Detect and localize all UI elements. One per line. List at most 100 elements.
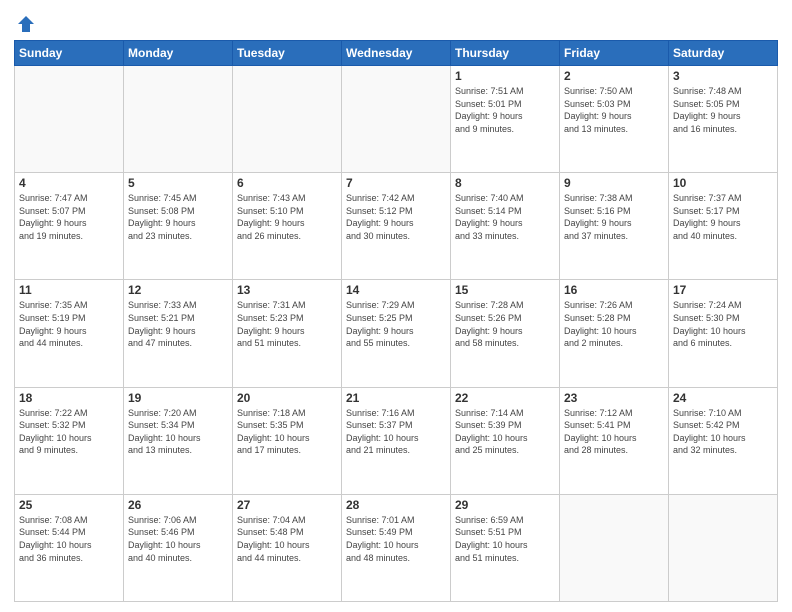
weekday-header-wednesday: Wednesday bbox=[342, 41, 451, 66]
calendar-cell: 23 Sunrise: 7:12 AM Sunset: 5:41 PM Dayli… bbox=[560, 387, 669, 494]
calendar-cell: 29 Sunrise: 6:59 AM Sunset: 5:51 PM Dayli… bbox=[451, 494, 560, 601]
calendar-cell: 8Sunrise: 7:40 AM Sunset: 5:14 PM Daylig… bbox=[451, 173, 560, 280]
header bbox=[14, 10, 778, 34]
day-number: 25 bbox=[19, 498, 119, 512]
day-number: 3 bbox=[673, 69, 773, 83]
calendar-cell: 28Sunrise: 7:01 AM Sunset: 5:49 PM Dayli… bbox=[342, 494, 451, 601]
day-info: Sunrise: 7:37 AM Sunset: 5:17 PM Dayligh… bbox=[673, 192, 773, 242]
day-number: 18 bbox=[19, 391, 119, 405]
day-info: Sunrise: 7:26 AM Sunset: 5:28 PM Dayligh… bbox=[564, 299, 664, 349]
logo bbox=[14, 14, 36, 34]
calendar-week-row: 18Sunrise: 7:22 AM Sunset: 5:32 PM Dayli… bbox=[15, 387, 778, 494]
day-number: 13 bbox=[237, 283, 337, 297]
calendar-cell: 22 Sunrise: 7:14 AM Sunset: 5:39 PM Dayli… bbox=[451, 387, 560, 494]
calendar-cell: 18Sunrise: 7:22 AM Sunset: 5:32 PM Dayli… bbox=[15, 387, 124, 494]
day-info: Sunrise: 7:20 AM Sunset: 5:34 PM Dayligh… bbox=[128, 407, 228, 457]
day-info: Sunrise: 7:31 AM Sunset: 5:23 PM Dayligh… bbox=[237, 299, 337, 349]
calendar: SundayMondayTuesdayWednesdayThursdayFrid… bbox=[14, 40, 778, 602]
calendar-week-row: 1 Sunrise: 7:51 AM Sunset: 5:01 PM Daylig… bbox=[15, 66, 778, 173]
day-number: 1 bbox=[455, 69, 555, 83]
day-info: Sunrise: 7:51 AM Sunset: 5:01 PM Dayligh… bbox=[455, 85, 555, 135]
day-number: 10 bbox=[673, 176, 773, 190]
day-number: 29 bbox=[455, 498, 555, 512]
day-info: Sunrise: 7:33 AM Sunset: 5:21 PM Dayligh… bbox=[128, 299, 228, 349]
calendar-cell: 1 Sunrise: 7:51 AM Sunset: 5:01 PM Daylig… bbox=[451, 66, 560, 173]
day-info: Sunrise: 7:47 AM Sunset: 5:07 PM Dayligh… bbox=[19, 192, 119, 242]
calendar-cell: 27Sunrise: 7:04 AM Sunset: 5:48 PM Dayli… bbox=[233, 494, 342, 601]
calendar-cell: 16Sunrise: 7:26 AM Sunset: 5:28 PM Dayli… bbox=[560, 280, 669, 387]
day-number: 8 bbox=[455, 176, 555, 190]
calendar-cell: 2Sunrise: 7:50 AM Sunset: 5:03 PM Daylig… bbox=[560, 66, 669, 173]
day-number: 7 bbox=[346, 176, 446, 190]
calendar-cell: 13 Sunrise: 7:31 AM Sunset: 5:23 PM Dayli… bbox=[233, 280, 342, 387]
day-info: Sunrise: 7:28 AM Sunset: 5:26 PM Dayligh… bbox=[455, 299, 555, 349]
day-number: 21 bbox=[346, 391, 446, 405]
day-number: 22 bbox=[455, 391, 555, 405]
calendar-cell bbox=[15, 66, 124, 173]
calendar-cell: 3 Sunrise: 7:48 AM Sunset: 5:05 PM Daylig… bbox=[669, 66, 778, 173]
calendar-cell: 9 Sunrise: 7:38 AM Sunset: 5:16 PM Daylig… bbox=[560, 173, 669, 280]
calendar-cell: 6 Sunrise: 7:43 AM Sunset: 5:10 PM Daylig… bbox=[233, 173, 342, 280]
calendar-week-row: 11 Sunrise: 7:35 AM Sunset: 5:19 PM Dayli… bbox=[15, 280, 778, 387]
day-info: Sunrise: 7:29 AM Sunset: 5:25 PM Dayligh… bbox=[346, 299, 446, 349]
day-info: Sunrise: 7:16 AM Sunset: 5:37 PM Dayligh… bbox=[346, 407, 446, 457]
logo-area bbox=[14, 10, 36, 34]
day-info: Sunrise: 7:12 AM Sunset: 5:41 PM Dayligh… bbox=[564, 407, 664, 457]
calendar-cell bbox=[560, 494, 669, 601]
day-number: 26 bbox=[128, 498, 228, 512]
calendar-cell: 24 Sunrise: 7:10 AM Sunset: 5:42 PM Dayli… bbox=[669, 387, 778, 494]
weekday-header-sunday: Sunday bbox=[15, 41, 124, 66]
calendar-cell bbox=[124, 66, 233, 173]
day-info: Sunrise: 7:43 AM Sunset: 5:10 PM Dayligh… bbox=[237, 192, 337, 242]
calendar-cell: 12 Sunrise: 7:33 AM Sunset: 5:21 PM Dayli… bbox=[124, 280, 233, 387]
calendar-week-row: 4 Sunrise: 7:47 AM Sunset: 5:07 PM Daylig… bbox=[15, 173, 778, 280]
calendar-cell: 26 Sunrise: 7:06 AM Sunset: 5:46 PM Dayli… bbox=[124, 494, 233, 601]
calendar-cell: 10 Sunrise: 7:37 AM Sunset: 5:17 PM Dayli… bbox=[669, 173, 778, 280]
weekday-header-row: SundayMondayTuesdayWednesdayThursdayFrid… bbox=[15, 41, 778, 66]
day-info: Sunrise: 7:35 AM Sunset: 5:19 PM Dayligh… bbox=[19, 299, 119, 349]
day-number: 15 bbox=[455, 283, 555, 297]
calendar-cell bbox=[669, 494, 778, 601]
logo-icon bbox=[16, 14, 36, 34]
calendar-cell: 17 Sunrise: 7:24 AM Sunset: 5:30 PM Dayli… bbox=[669, 280, 778, 387]
day-number: 4 bbox=[19, 176, 119, 190]
day-number: 19 bbox=[128, 391, 228, 405]
day-info: Sunrise: 7:38 AM Sunset: 5:16 PM Dayligh… bbox=[564, 192, 664, 242]
day-number: 9 bbox=[564, 176, 664, 190]
day-info: Sunrise: 7:10 AM Sunset: 5:42 PM Dayligh… bbox=[673, 407, 773, 457]
calendar-cell: 25 Sunrise: 7:08 AM Sunset: 5:44 PM Dayli… bbox=[15, 494, 124, 601]
day-number: 14 bbox=[346, 283, 446, 297]
day-info: Sunrise: 7:24 AM Sunset: 5:30 PM Dayligh… bbox=[673, 299, 773, 349]
day-info: Sunrise: 7:18 AM Sunset: 5:35 PM Dayligh… bbox=[237, 407, 337, 457]
day-info: Sunrise: 7:01 AM Sunset: 5:49 PM Dayligh… bbox=[346, 514, 446, 564]
day-number: 5 bbox=[128, 176, 228, 190]
day-number: 11 bbox=[19, 283, 119, 297]
day-number: 23 bbox=[564, 391, 664, 405]
weekday-header-saturday: Saturday bbox=[669, 41, 778, 66]
day-info: Sunrise: 6:59 AM Sunset: 5:51 PM Dayligh… bbox=[455, 514, 555, 564]
day-info: Sunrise: 7:48 AM Sunset: 5:05 PM Dayligh… bbox=[673, 85, 773, 135]
day-info: Sunrise: 7:45 AM Sunset: 5:08 PM Dayligh… bbox=[128, 192, 228, 242]
day-info: Sunrise: 7:04 AM Sunset: 5:48 PM Dayligh… bbox=[237, 514, 337, 564]
day-number: 17 bbox=[673, 283, 773, 297]
calendar-cell bbox=[342, 66, 451, 173]
day-number: 2 bbox=[564, 69, 664, 83]
weekday-header-tuesday: Tuesday bbox=[233, 41, 342, 66]
day-info: Sunrise: 7:42 AM Sunset: 5:12 PM Dayligh… bbox=[346, 192, 446, 242]
calendar-cell: 21 Sunrise: 7:16 AM Sunset: 5:37 PM Dayli… bbox=[342, 387, 451, 494]
day-number: 6 bbox=[237, 176, 337, 190]
calendar-cell: 5 Sunrise: 7:45 AM Sunset: 5:08 PM Daylig… bbox=[124, 173, 233, 280]
day-info: Sunrise: 7:06 AM Sunset: 5:46 PM Dayligh… bbox=[128, 514, 228, 564]
day-number: 24 bbox=[673, 391, 773, 405]
day-info: Sunrise: 7:14 AM Sunset: 5:39 PM Dayligh… bbox=[455, 407, 555, 457]
calendar-cell: 19 Sunrise: 7:20 AM Sunset: 5:34 PM Dayli… bbox=[124, 387, 233, 494]
day-info: Sunrise: 7:08 AM Sunset: 5:44 PM Dayligh… bbox=[19, 514, 119, 564]
calendar-cell bbox=[233, 66, 342, 173]
calendar-week-row: 25 Sunrise: 7:08 AM Sunset: 5:44 PM Dayli… bbox=[15, 494, 778, 601]
page: SundayMondayTuesdayWednesdayThursdayFrid… bbox=[0, 0, 792, 612]
weekday-header-monday: Monday bbox=[124, 41, 233, 66]
day-number: 12 bbox=[128, 283, 228, 297]
day-number: 20 bbox=[237, 391, 337, 405]
calendar-cell: 4 Sunrise: 7:47 AM Sunset: 5:07 PM Daylig… bbox=[15, 173, 124, 280]
calendar-cell: 15 Sunrise: 7:28 AM Sunset: 5:26 PM Dayli… bbox=[451, 280, 560, 387]
